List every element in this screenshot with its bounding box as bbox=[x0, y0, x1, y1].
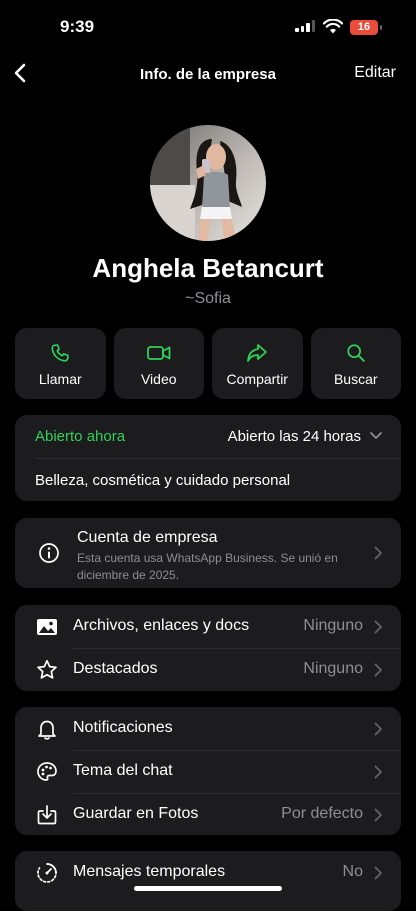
avatar[interactable] bbox=[150, 125, 266, 241]
media-links-docs-row[interactable]: Archivos, enlaces y docs Ninguno bbox=[15, 605, 401, 648]
timer-icon bbox=[37, 863, 57, 883]
contact-name: Anghela Betancurt bbox=[92, 253, 324, 283]
info-icon bbox=[39, 543, 59, 563]
chevron-right-icon bbox=[374, 765, 382, 779]
business-account-description: Esta cuenta usa WhatsApp Business. Se un… bbox=[77, 551, 338, 582]
chevron-right-icon bbox=[374, 722, 382, 736]
chevron-right-icon bbox=[374, 808, 382, 822]
business-info-card: Abierto ahora Abierto las 24 horas Belle… bbox=[15, 415, 401, 501]
media-card: Archivos, enlaces y docs Ninguno Destaca… bbox=[15, 605, 401, 691]
business-open-status[interactable]: Abierto ahora bbox=[35, 428, 125, 445]
search-icon bbox=[347, 344, 365, 362]
business-category: Belleza, cosmética y cuidado personal bbox=[35, 472, 291, 489]
business-account-title: Cuenta de empresa bbox=[77, 529, 218, 546]
row-label: Archivos, enlaces y docs bbox=[73, 617, 250, 634]
wifi-icon bbox=[323, 19, 343, 34]
row-value: Ninguno bbox=[303, 660, 363, 677]
video-button-label: Video bbox=[140, 371, 177, 387]
status-bar: 9:39 16 bbox=[0, 0, 416, 52]
row-value: Ninguno bbox=[303, 617, 363, 634]
row-value: Por defecto bbox=[281, 805, 363, 822]
home-indicator[interactable] bbox=[134, 886, 282, 891]
chevron-right-icon bbox=[374, 663, 382, 677]
call-button[interactable]: Llamar bbox=[15, 328, 106, 399]
privacy-card: Mensajes temporales No bbox=[15, 851, 401, 911]
phone-icon bbox=[51, 344, 69, 362]
business-hours-value[interactable]: Abierto las 24 horas bbox=[228, 428, 361, 445]
settings-card: Notificaciones Tema del chat Guardar en … bbox=[15, 707, 401, 835]
save-to-photos-row[interactable]: Guardar en Fotos Por defecto bbox=[15, 793, 401, 835]
chevron-right-icon bbox=[374, 866, 382, 880]
call-button-label: Llamar bbox=[38, 371, 82, 387]
contact-pushname: ~Sofia bbox=[185, 290, 231, 307]
edit-button[interactable]: Editar bbox=[354, 64, 396, 82]
save-download-icon bbox=[37, 805, 57, 825]
battery-icon: 16 bbox=[350, 20, 378, 35]
status-time: 9:39 bbox=[60, 17, 95, 36]
row-label: Destacados bbox=[73, 660, 158, 677]
share-button-label: Compartir bbox=[226, 371, 288, 387]
battery-cap bbox=[380, 25, 382, 30]
chevron-right-icon bbox=[374, 546, 382, 560]
row-label: Mensajes temporales bbox=[73, 863, 226, 880]
search-button[interactable]: Buscar bbox=[310, 328, 401, 399]
chevron-right-icon bbox=[374, 620, 382, 634]
starred-messages-row[interactable]: Destacados Ninguno bbox=[15, 648, 401, 691]
photo-icon bbox=[37, 619, 57, 635]
search-button-label: Buscar bbox=[333, 371, 378, 387]
business-account-row[interactable]: Cuenta de empresa Esta cuenta usa WhatsA… bbox=[15, 518, 401, 588]
profile-photo bbox=[150, 125, 266, 241]
chat-theme-row[interactable]: Tema del chat bbox=[15, 750, 401, 793]
notifications-row[interactable]: Notificaciones bbox=[15, 707, 401, 750]
share-button[interactable]: Compartir bbox=[212, 328, 303, 399]
video-icon bbox=[146, 346, 171, 360]
share-icon bbox=[247, 344, 268, 362]
video-button[interactable]: Video bbox=[113, 328, 204, 399]
star-icon bbox=[37, 659, 57, 679]
row-value: No bbox=[342, 863, 363, 880]
navigation-bar: Info. de la empresa Editar bbox=[0, 52, 416, 96]
row-label: Tema del chat bbox=[73, 762, 173, 779]
bell-icon bbox=[38, 720, 56, 740]
chevron-down-icon[interactable] bbox=[370, 432, 382, 440]
quick-actions: Llamar Video Compartir Buscar bbox=[15, 328, 401, 399]
row-label: Guardar en Fotos bbox=[73, 805, 199, 822]
cellular-signal-icon bbox=[295, 20, 315, 32]
row-label: Notificaciones bbox=[73, 719, 173, 736]
palette-icon bbox=[37, 762, 57, 781]
